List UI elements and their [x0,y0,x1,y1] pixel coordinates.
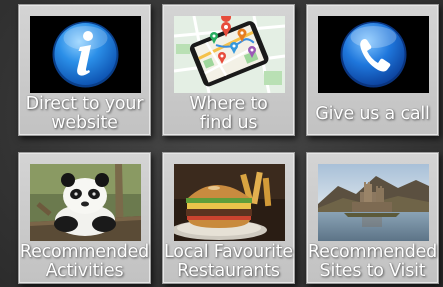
tile-caption: Recommended Activities [19,241,150,283]
caption-line: Recommended [307,242,438,262]
tile-local-favourite-restaurants[interactable]: Local Favourite Restaurants [162,152,295,284]
tile-grid: Direct to your website Where to find us … [0,0,443,287]
castle-image [318,164,429,241]
tile-caption: Give us a call [307,93,438,135]
phone-icon [318,16,429,93]
tile-give-us-a-call[interactable]: Give us a call [306,4,439,136]
tile-direct-to-website[interactable]: Direct to your website [18,4,151,136]
info-icon [30,16,141,93]
caption-line: Direct to your [25,94,144,114]
tile-recommended-activities[interactable]: Recommended Activities [18,152,151,284]
tile-caption: Where to find us [163,93,294,135]
panda-image [30,164,141,241]
tile-caption: Direct to your website [19,93,150,135]
caption-line: Give us a call [315,103,430,124]
caption-line: Recommended [19,242,150,262]
caption-line: find us [199,113,258,133]
caption-text: Recommended Sites to Visit [308,243,437,281]
caption-line: Local Favourite [164,242,293,262]
caption-text: Direct to your website [26,95,144,133]
burger-image [174,164,285,241]
caption-line: Where to [189,94,268,114]
caption-line: Activities [45,261,124,281]
caption-text: Give us a call [315,103,430,124]
tile-caption: Local Favourite Restaurants [163,241,294,283]
tile-where-to-find-us[interactable]: Where to find us [162,4,295,136]
caption-line: Restaurants [177,261,280,281]
caption-text: Where to find us [189,95,267,133]
caption-line: Sites to Visit [319,261,426,281]
tile-recommended-sites[interactable]: Recommended Sites to Visit [306,152,439,284]
caption-text: Recommended Activities [20,243,149,281]
caption-line: website [51,113,118,133]
caption-text: Local Favourite Restaurants [164,243,293,281]
map-phone-icon [174,16,285,93]
tile-caption: Recommended Sites to Visit [307,241,438,283]
